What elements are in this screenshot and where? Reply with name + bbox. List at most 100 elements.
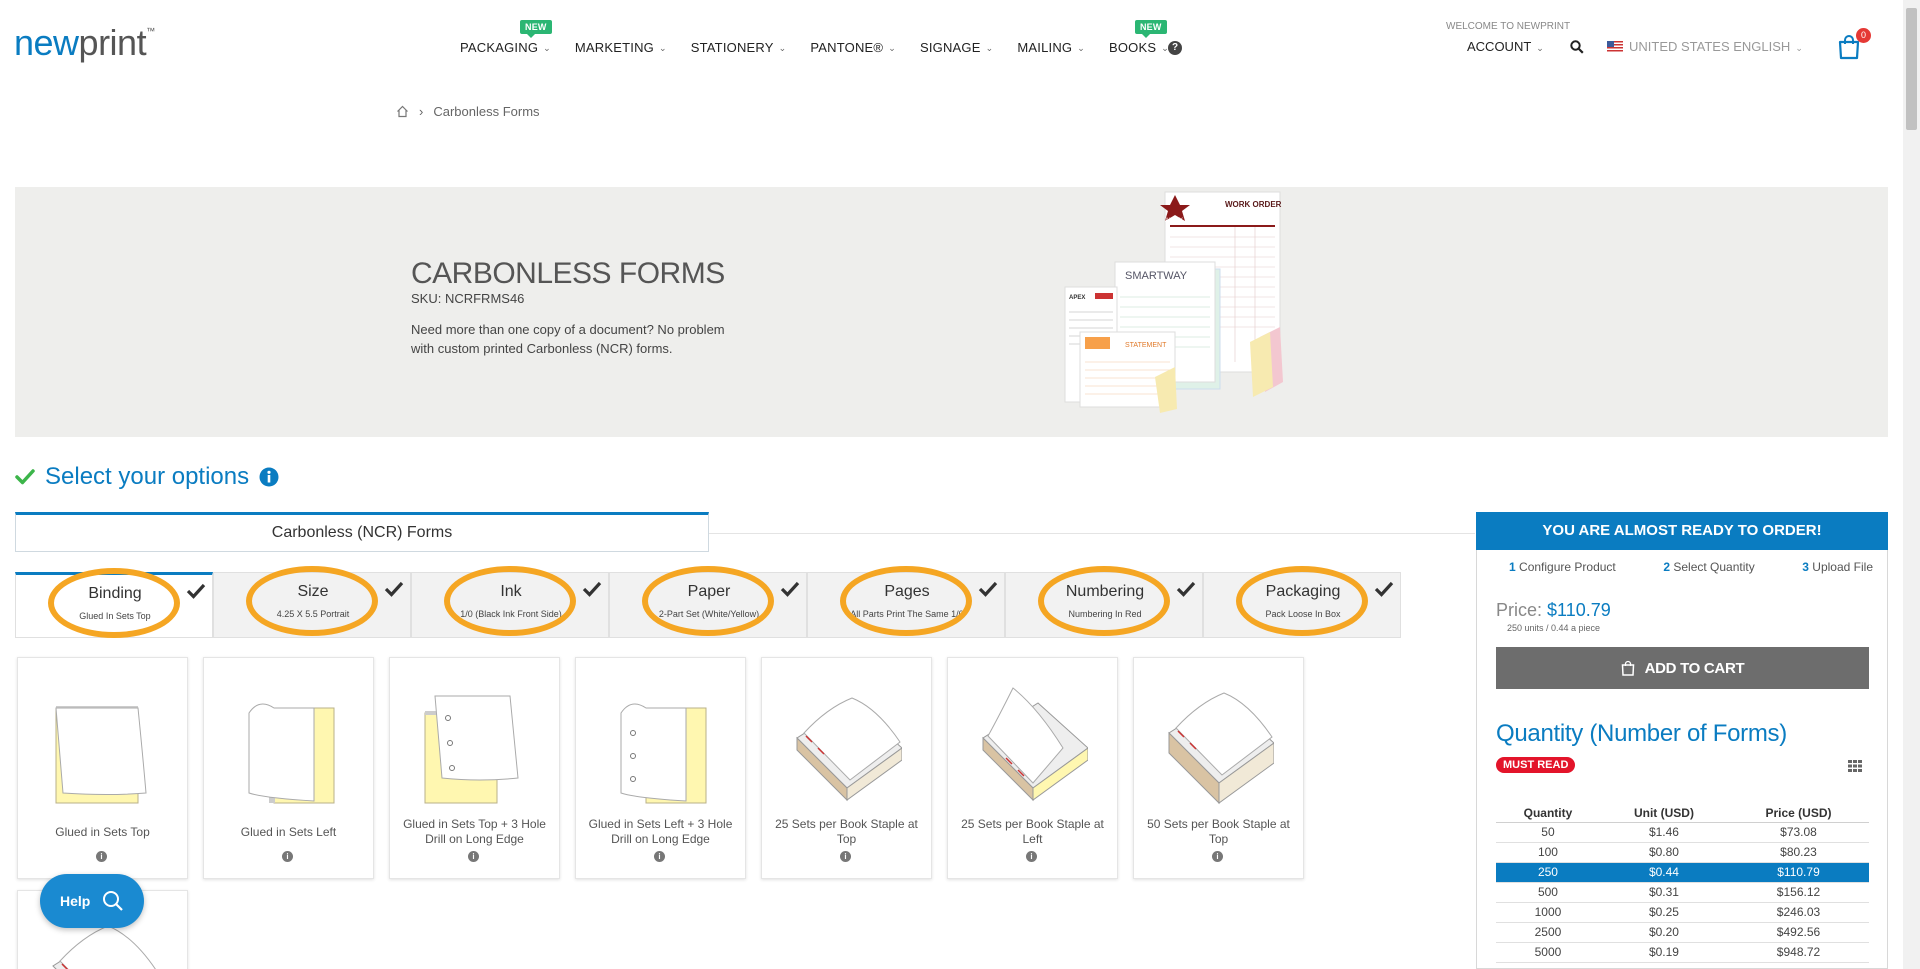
choice-label: Glued in Sets Top	[55, 824, 150, 839]
nav-stationery[interactable]: STATIONERY ⌄	[691, 40, 787, 55]
info-icon[interactable]: i	[468, 851, 479, 862]
step-quantity[interactable]: 2 Select Quantity	[1663, 560, 1754, 574]
chevron-down-icon: ⌄	[888, 43, 896, 53]
work-order-label: WORK ORDER	[1225, 200, 1282, 209]
checkmark-icon	[15, 469, 35, 485]
binding-choice-glued-left[interactable]: Glued in Sets Left i	[203, 657, 374, 879]
info-icon[interactable]: i	[282, 851, 293, 862]
must-read-badge[interactable]: MUST READ	[1496, 757, 1576, 773]
choice-label: Glued in Sets Left	[240, 824, 337, 839]
nav-signage[interactable]: SIGNAGE ⌄	[920, 40, 993, 55]
cell-qty: 2500	[1496, 922, 1600, 943]
chevron-down-icon: ⌄	[543, 43, 551, 53]
highlight-ring	[48, 568, 180, 638]
column-header-price: Price (USD)	[1728, 804, 1869, 823]
logo-print-text: print	[78, 22, 147, 63]
select-options-title: Select your options	[15, 463, 279, 491]
language-label: UNITED STATES ENGLISH	[1629, 39, 1791, 54]
nav-mailing[interactable]: MAILING ⌄	[1017, 40, 1085, 55]
book-50-staple-top-illustration	[1168, 692, 1274, 805]
info-icon[interactable]: i	[840, 851, 851, 862]
scrollbar-thumb[interactable]	[1906, 8, 1917, 130]
add-to-cart-button[interactable]: ADD TO CART	[1496, 647, 1869, 689]
help-button[interactable]: Help	[40, 874, 144, 928]
step-num: 2	[1663, 560, 1670, 574]
option-pages[interactable]: Pages All Parts Print The Same 1/0	[807, 566, 1005, 638]
nav-label: STATIONERY	[690, 40, 774, 55]
table-row[interactable]: 1000 $0.25 $246.03	[1496, 902, 1869, 923]
cell-qty: 250	[1496, 862, 1600, 883]
help-question-icon[interactable]: ?	[1168, 41, 1182, 55]
book-staple-top-illustration	[796, 697, 902, 802]
info-icon[interactable]: i	[654, 851, 665, 862]
nav-label: SIGNAGE	[919, 40, 981, 55]
new-badge: NEW	[520, 20, 552, 38]
tab-divider	[709, 533, 1475, 534]
option-binding[interactable]: Binding Glued In Sets Top	[15, 568, 213, 638]
breadcrumb-current: Carbonless Forms	[433, 104, 540, 119]
nav-books[interactable]: NEW BOOKS ⌄	[1109, 20, 1169, 55]
option-packaging[interactable]: Packaging Pack Loose In Box	[1203, 566, 1401, 638]
nav-label: MAILING	[1017, 40, 1073, 55]
add-to-cart-label: ADD TO CART	[1644, 659, 1745, 677]
nav-packaging[interactable]: NEW PACKAGING ⌄	[460, 20, 552, 55]
step-upload[interactable]: 3 Upload File	[1802, 560, 1873, 574]
account-menu[interactable]: ACCOUNT ⌄	[1467, 39, 1544, 54]
quantity-title: Quantity (Number of Forms)	[1496, 720, 1787, 747]
checkmark-icon	[582, 581, 602, 597]
table-row-selected[interactable]: 250 $0.44 $110.79	[1496, 862, 1869, 883]
nav-marketing[interactable]: MARKETING ⌄	[575, 40, 667, 55]
binding-choice-50-staple-top[interactable]: 50 Sets per Book Staple at Top i	[1133, 657, 1304, 879]
nav-pantone[interactable]: PANTONE® ⌄	[810, 40, 896, 55]
logo-new-text: new	[14, 22, 79, 63]
table-row[interactable]: 500 $0.31 $156.12	[1496, 882, 1869, 903]
cell-qty: 50	[1496, 822, 1600, 843]
table-row[interactable]: 2500 $0.20 $492.56	[1496, 922, 1869, 943]
step-num: 1	[1509, 560, 1516, 574]
grid-view-icon[interactable]	[1848, 760, 1862, 772]
table-row[interactable]: 5000 $0.19 $948.72	[1496, 942, 1869, 963]
option-paper[interactable]: Paper 2-Part Set (White/Yellow)	[609, 566, 807, 638]
cell-unit: $0.80	[1599, 842, 1728, 863]
account-label: ACCOUNT	[1467, 39, 1532, 54]
info-icon[interactable]: i	[1212, 851, 1223, 862]
binding-choice-glued-top-drill[interactable]: Glued in Sets Top + 3 Hole Drill on Long…	[389, 657, 560, 879]
info-icon[interactable]: i	[96, 851, 107, 862]
checkmark-icon	[780, 581, 800, 597]
page-scrollbar[interactable]	[1903, 0, 1920, 969]
chevron-down-icon: ⌄	[1077, 43, 1085, 53]
site-header: newprint™ NEW PACKAGING ⌄ MARKETING ⌄ STAT…	[0, 0, 1902, 90]
highlight-ring	[1236, 566, 1368, 636]
newprint-logo[interactable]: newprint™	[14, 22, 155, 64]
home-icon[interactable]	[396, 105, 409, 118]
glued-top-drill-illustration	[424, 695, 519, 804]
option-ink[interactable]: Ink 1/0 (Black Ink Front Side)	[411, 566, 609, 638]
binding-choice-glued-left-drill[interactable]: Glued in Sets Left + 3 Hole Drill on Lon…	[575, 657, 746, 879]
price-value: $110.79	[1547, 600, 1611, 620]
statement-label: STATEMENT	[1125, 342, 1167, 349]
cell-price: $73.08	[1728, 822, 1869, 843]
step-label: Upload File	[1812, 560, 1873, 574]
table-row[interactable]: 100 $0.80 $80.23	[1496, 842, 1869, 863]
binding-choice-glued-top[interactable]: Glued in Sets Top i	[17, 657, 188, 879]
cell-price: $80.23	[1728, 842, 1869, 863]
price-line: Price: $110.79	[1496, 600, 1611, 621]
info-icon[interactable]	[259, 467, 279, 487]
cell-price: $948.72	[1728, 942, 1869, 963]
step-configure[interactable]: 1 Configure Product	[1509, 560, 1616, 574]
checkmark-icon	[186, 583, 206, 599]
language-selector[interactable]: UNITED STATES ENGLISH ⌄	[1607, 39, 1803, 54]
binding-choice-25-staple-left[interactable]: 25 Sets per Book Staple at Left i	[947, 657, 1118, 879]
cell-unit: $0.25	[1599, 902, 1728, 923]
breadcrumb: › Carbonless Forms	[396, 104, 540, 119]
tab-carbonless-forms[interactable]: Carbonless (NCR) Forms	[15, 512, 709, 552]
choice-label: 50 Sets per Book Staple at Top	[1147, 817, 1290, 846]
order-panel-header: YOU ARE ALMOST READY TO ORDER!	[1476, 512, 1888, 550]
table-row[interactable]: 50 $1.46 $73.08	[1496, 822, 1869, 843]
apex-label: APEX	[1069, 295, 1085, 301]
search-icon[interactable]	[1570, 40, 1584, 54]
binding-choice-25-staple-top[interactable]: 25 Sets per Book Staple at Top i	[761, 657, 932, 879]
option-numbering[interactable]: Numbering Numbering In Red	[1005, 566, 1203, 638]
info-icon[interactable]: i	[1026, 851, 1037, 862]
option-size[interactable]: Size 4.25 X 5.5 Portrait	[213, 566, 411, 638]
